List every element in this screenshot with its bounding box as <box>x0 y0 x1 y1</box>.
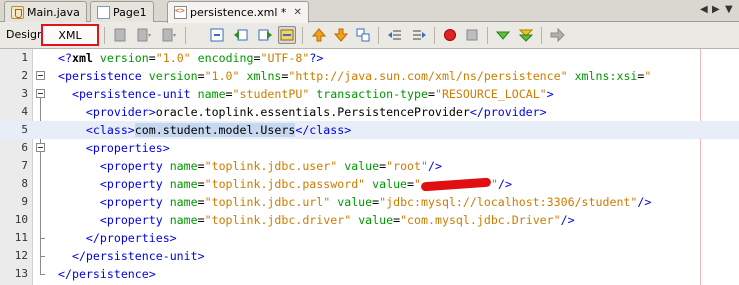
line-number: 4 <box>21 105 28 118</box>
xml-file-icon <box>174 6 187 19</box>
toolbar-separator <box>378 27 379 44</box>
tab-page1[interactable]: Page1 <box>90 1 154 22</box>
design-view-button[interactable]: Design <box>6 28 44 41</box>
code-text: <persistence-unit name="studentPU" trans… <box>71 87 554 101</box>
code-line: 8 <property name="toplink.jdbc.password"… <box>0 175 739 193</box>
toolbar-separator <box>104 27 105 44</box>
previous-bookmark-icon[interactable] <box>135 26 153 44</box>
toolbar-separator <box>541 27 542 44</box>
code-line: 7 <property name="toplink.jdbc.user" val… <box>0 157 739 175</box>
code-text: <property name="toplink.jdbc.password" v… <box>99 177 512 192</box>
code-line: 9 <property name="toplink.jdbc.url" valu… <box>0 193 739 211</box>
tab-label: Page1 <box>113 5 147 19</box>
tab-list-icon[interactable]: ▼ <box>725 4 733 15</box>
start-macro-recording-icon[interactable] <box>441 26 459 44</box>
run-xsl-icon[interactable] <box>548 26 566 44</box>
code-text: <properties> <box>85 141 170 155</box>
toggle-highlight-search-icon[interactable] <box>278 26 296 44</box>
code-text: <property name="toplink.jdbc.user" value… <box>99 159 442 173</box>
close-icon[interactable]: ✕ <box>293 7 301 18</box>
line-number: 10 <box>14 213 28 226</box>
collapse-fold-icon[interactable] <box>36 89 45 98</box>
fold-end-marker <box>40 229 45 239</box>
line-number: 9 <box>21 195 28 208</box>
xml-view-button[interactable]: XML <box>41 24 99 46</box>
code-text: <class>com.student.model.Users</class> <box>85 123 352 137</box>
tab-label: persistence.xml * <box>190 6 287 19</box>
redaction-mark <box>420 177 492 192</box>
check-xml-icon[interactable] <box>494 26 512 44</box>
line-number: 1 <box>21 51 28 64</box>
line-number: 12 <box>14 249 28 262</box>
code-line: 2 <persistence version="1.0" xmlns="http… <box>0 67 739 85</box>
line-number: 11 <box>14 231 28 244</box>
toolbar-separator <box>302 27 303 44</box>
line-number: 8 <box>21 177 28 190</box>
code-line: 4 <provider>oracle.toplink.essentials.Pe… <box>0 103 739 121</box>
tab-persistence-xml[interactable]: persistence.xml * ✕ <box>167 1 309 23</box>
find-next-icon[interactable] <box>256 26 274 44</box>
code-text: <property name="toplink.jdbc.url" value=… <box>99 195 652 209</box>
code-line: 3 <persistence-unit name="studentPU" tra… <box>0 85 739 103</box>
selected-text: com.student.model.Users <box>134 123 296 137</box>
code-text: <persistence version="1.0" xmlns="http:/… <box>58 69 652 83</box>
find-previous-icon[interactable] <box>232 26 250 44</box>
next-occurrence-icon[interactable] <box>332 26 350 44</box>
page-icon <box>97 5 110 19</box>
toolbar-separator <box>487 27 488 44</box>
fold-end-marker <box>40 247 45 257</box>
collapse-fold-icon[interactable] <box>36 143 45 152</box>
code-text: <property name="toplink.jdbc.driver" val… <box>99 213 575 227</box>
toggle-rectangular-selection-icon[interactable] <box>354 26 372 44</box>
line-number: 2 <box>21 69 28 82</box>
code-line: 12 </persistence-unit> <box>0 247 739 265</box>
line-number: 6 <box>21 141 28 154</box>
line-number: 3 <box>21 87 28 100</box>
current-code-line: 5 <class>com.student.model.Users</class> <box>0 121 739 139</box>
code-line: 6 <properties> <box>0 139 739 157</box>
code-editor[interactable]: 1 <?xml version="1.0" encoding="UTF-8"?>… <box>0 49 739 285</box>
code-line: 1 <?xml version="1.0" encoding="UTF-8"?> <box>0 49 739 67</box>
code-text: </properties> <box>85 231 177 245</box>
line-number: 5 <box>21 123 28 136</box>
code-line: 13 </persistence> <box>0 265 739 283</box>
validate-xml-icon[interactable] <box>517 26 535 44</box>
stop-macro-recording-icon[interactable] <box>463 26 481 44</box>
line-number: 13 <box>14 267 28 280</box>
find-selection-icon[interactable] <box>208 26 226 44</box>
line-number: 7 <box>21 159 28 172</box>
tab-scroll-left-icon[interactable]: ◀ <box>700 4 708 15</box>
tab-label: Main.java <box>27 5 80 19</box>
editor-tab-bar: Main.java Page1 persistence.xml * ✕ ◀ ▶ … <box>0 0 739 23</box>
toolbar-separator <box>185 27 186 44</box>
java-file-icon <box>11 5 24 19</box>
collapse-fold-icon[interactable] <box>36 71 45 80</box>
toggle-bookmark-icon[interactable] <box>111 26 129 44</box>
code-text: <?xml version="1.0" encoding="UTF-8"?> <box>58 51 324 65</box>
tab-main-java[interactable]: Main.java <box>4 1 87 22</box>
shift-right-icon[interactable] <box>410 26 428 44</box>
xml-view-label: XML <box>58 28 82 42</box>
tab-scroll-right-icon[interactable]: ▶ <box>712 4 720 15</box>
shift-left-icon[interactable] <box>386 26 404 44</box>
code-line: 10 <property name="toplink.jdbc.driver" … <box>0 211 739 229</box>
editor-toolbar: Design XML <box>0 22 739 49</box>
code-text: <provider>oracle.toplink.essentials.Pers… <box>85 105 547 119</box>
code-text: </persistence> <box>58 267 156 281</box>
toolbar-separator <box>434 27 435 44</box>
next-bookmark-icon[interactable] <box>160 26 178 44</box>
code-text: </persistence-unit> <box>71 249 205 263</box>
previous-occurrence-icon[interactable] <box>310 26 328 44</box>
fold-end-marker <box>40 265 45 275</box>
code-line: 11 </properties> <box>0 229 739 247</box>
